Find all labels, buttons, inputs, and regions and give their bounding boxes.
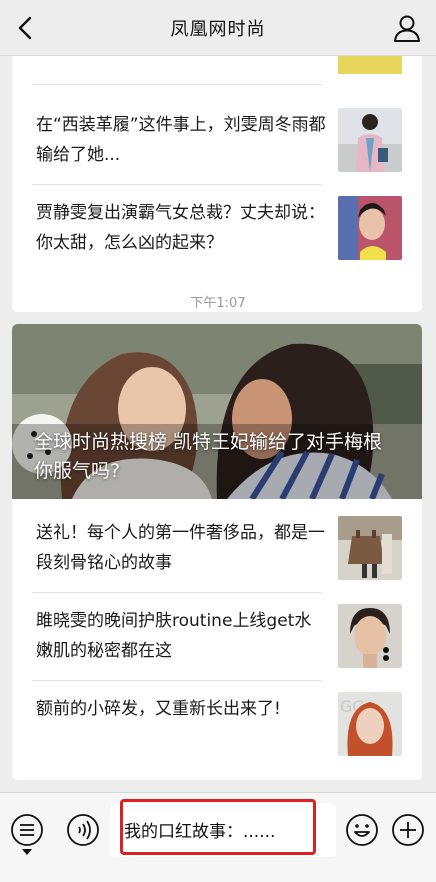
smiley-icon[interactable]	[345, 813, 379, 847]
message-input[interactable]: 我的口红故事：......	[110, 803, 336, 857]
article-card: 在“西装革履”这件事上，刘雯周冬雨都输给了她... 贾静雯复出演霸气女总裁？丈夫…	[12, 56, 422, 312]
article-title: 贾静雯复出演霸气女总裁？丈夫却说：你太甜，怎么凶的起来？	[36, 203, 325, 253]
article-card: 全球时尚热搜榜 凯特王妃输给了对手梅根 你服气吗? 送礼！每个人的第一件奢侈品，…	[12, 324, 422, 780]
article-thumbnail[interactable]	[338, 56, 402, 74]
app-window: 凤凰网时尚 在“西装革履”这件事上，刘雯周冬雨都输给了她... 贾静雯复出演霸气…	[0, 0, 436, 882]
article-row[interactable]: 额前的小碎发，又重新长出来了! GG	[32, 680, 402, 768]
voice-icon[interactable]	[66, 813, 100, 847]
article-row[interactable]: 在“西装革履”这件事上，刘雯周冬雨都输给了她...	[32, 96, 402, 184]
article-thumbnail	[338, 196, 402, 260]
article-row[interactable]: 送礼！每个人的第一件奢侈品，都是一段刻骨铭心的故事	[32, 504, 402, 592]
page-title: 凤凰网时尚	[170, 18, 266, 40]
hero-article[interactable]: 全球时尚热搜榜 凯特王妃输给了对手梅根 你服气吗?	[12, 324, 422, 499]
plus-circle-icon[interactable]	[391, 813, 425, 847]
article-title: 额前的小碎发，又重新长出来了!	[36, 699, 281, 719]
article-title: 雎晓雯的晚间护肤routine上线get水嫩肌的秘密都在这	[36, 611, 312, 661]
top-nav-bar: 凤凰网时尚	[0, 0, 436, 56]
article-thumbnail	[338, 516, 402, 580]
divider	[32, 84, 322, 85]
menu-list-icon[interactable]	[10, 813, 44, 847]
article-thumbnail: GG	[338, 692, 402, 756]
article-row[interactable]: 贾静雯复出演霸气女总裁？丈夫却说：你太甜，怎么凶的起来？	[32, 184, 402, 272]
article-thumbnail	[338, 604, 402, 668]
person-icon[interactable]	[392, 12, 422, 44]
timestamp: 下午1:07	[190, 296, 246, 311]
article-title: 送礼！每个人的第一件奢侈品，都是一段刻骨铭心的故事	[36, 523, 325, 573]
message-input-text: 我的口红故事：......	[124, 822, 276, 842]
chevron-left-icon[interactable]	[10, 10, 44, 46]
hero-title: 全球时尚热搜榜 凯特王妃输给了对手梅根 你服气吗?	[34, 431, 383, 482]
chat-feed[interactable]: 在“西装革履”这件事上，刘雯周冬雨都输给了她... 贾静雯复出演霸气女总裁？丈夫…	[0, 56, 436, 792]
caret-down-icon	[22, 849, 32, 855]
article-thumbnail	[338, 108, 402, 172]
article-title: 在“西装革履”这件事上，刘雯周冬雨都输给了她...	[36, 115, 326, 165]
bottom-input-bar: 我的口红故事：......	[0, 792, 436, 882]
article-row[interactable]: 雎晓雯的晚间护肤routine上线get水嫩肌的秘密都在这	[32, 592, 402, 680]
